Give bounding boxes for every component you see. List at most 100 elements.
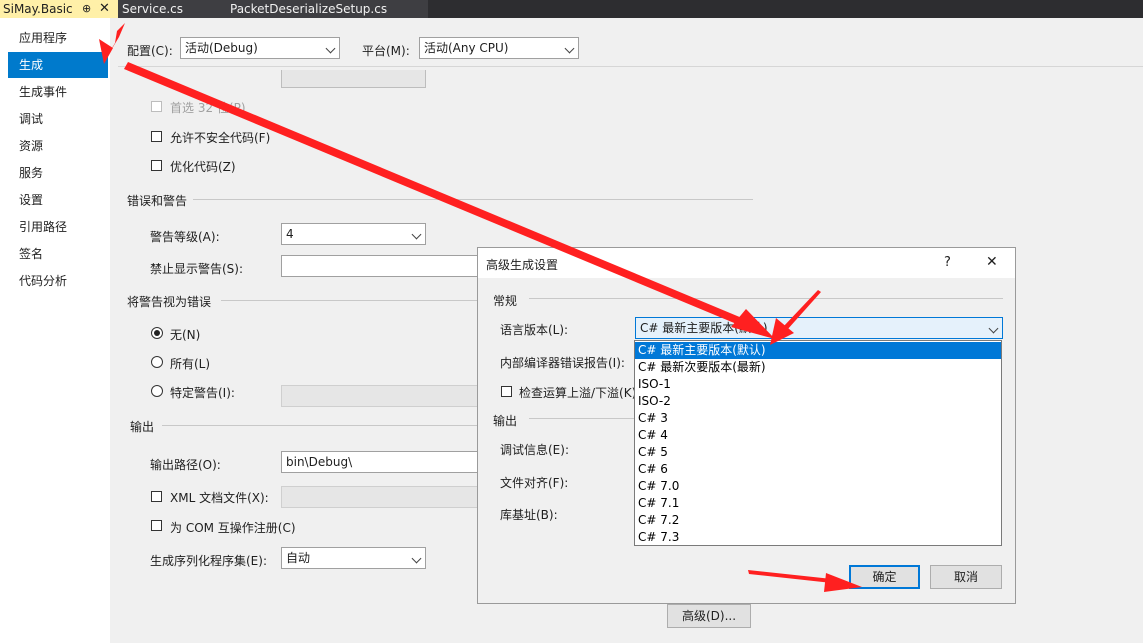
sidebar-item-code-analysis[interactable]: 代码分析: [8, 268, 108, 294]
project-properties-sidebar: 应用程序 生成 生成事件 调试 资源 服务 设置 引用路径 签名 代码分析: [0, 18, 110, 643]
prefer32-checkbox: [151, 101, 162, 112]
section-divider: [193, 199, 753, 200]
sidebar-item-resources[interactable]: 资源: [8, 133, 108, 159]
optimize-code-checkbox[interactable]: [151, 160, 162, 171]
treat-warnings-specific-radio[interactable]: [151, 385, 163, 397]
warning-level-label: 警告等级(A):: [150, 230, 220, 244]
lang-option[interactable]: ISO-1: [635, 376, 1001, 393]
lang-option[interactable]: ISO-2: [635, 393, 1001, 410]
xml-doc-label: XML 文档文件(X):: [170, 491, 269, 505]
tab-simay-basic[interactable]: SiMay.Basic ⊕ ✕: [0, 0, 118, 18]
platform-label: 平台(M):: [362, 44, 410, 58]
xml-doc-checkbox[interactable]: [151, 491, 162, 502]
chevron-down-icon: [411, 553, 422, 564]
treat-warnings-all-label: 所有(L): [170, 357, 211, 371]
section-divider: [221, 300, 477, 301]
tab-label: PacketDeserializeSetup.cs: [230, 2, 388, 16]
lang-option[interactable]: C# 5: [635, 444, 1001, 461]
lang-version-combo[interactable]: C# 最新主要版本(默认): [635, 317, 1003, 339]
tab-label: Service.cs: [122, 2, 184, 16]
lang-version-value: C# 最新主要版本(默认): [640, 321, 768, 335]
tab-service-cs[interactable]: Service.cs: [118, 0, 216, 18]
com-interop-label: 为 COM 互操作注册(C): [170, 521, 296, 535]
overflow-check-checkbox[interactable]: [501, 386, 512, 397]
dialog-titlebar: 高级生成设置 ? ✕: [478, 248, 1015, 278]
target-combo-partial[interactable]: [281, 70, 426, 88]
debug-info-label: 调试信息(E):: [500, 443, 569, 457]
tab-packet-deserialize-setup[interactable]: PacketDeserializeSetup.cs: [216, 0, 428, 18]
lang-option[interactable]: C# 6: [635, 461, 1001, 478]
optimize-code-label: 优化代码(Z): [170, 160, 236, 174]
overflow-check-label: 检查运算上溢/下溢(K): [519, 386, 637, 400]
platform-combo[interactable]: 活动(Any CPU): [419, 37, 579, 59]
help-icon[interactable]: ?: [944, 255, 951, 270]
section-divider: [162, 425, 477, 426]
serialize-assembly-label: 生成序列化程序集(E):: [150, 554, 267, 568]
sidebar-item-application[interactable]: 应用程序: [8, 25, 108, 51]
base-address-label: 库基址(B):: [500, 508, 558, 522]
close-icon[interactable]: ✕: [99, 0, 110, 18]
suppress-warnings-input[interactable]: [281, 255, 481, 277]
sidebar-item-debug[interactable]: 调试: [8, 106, 108, 132]
config-combo[interactable]: 活动(Debug): [180, 37, 340, 59]
serialize-assembly-value: 自动: [286, 551, 311, 565]
config-value: 活动(Debug): [185, 41, 258, 55]
cancel-button[interactable]: 取消: [930, 565, 1002, 589]
com-interop-checkbox[interactable]: [151, 520, 162, 531]
file-alignment-label: 文件对齐(F):: [500, 476, 569, 490]
section-divider: [529, 418, 635, 419]
lang-option[interactable]: C# 7.0: [635, 478, 1001, 495]
dialog-general-section: 常规: [493, 294, 518, 308]
dialog-output-section: 输出: [493, 414, 518, 428]
treat-warnings-specific-label: 特定警告(I):: [170, 386, 235, 400]
internal-error-label: 内部编译器错误报告(I):: [500, 356, 625, 370]
section-divider: [529, 298, 1003, 299]
serialize-assembly-combo[interactable]: 自动: [281, 547, 426, 569]
lang-option[interactable]: C# 最新次要版本(最新): [635, 359, 1001, 376]
pin-icon[interactable]: ⊕: [82, 0, 91, 18]
sidebar-item-build-events[interactable]: 生成事件: [8, 79, 108, 105]
close-icon[interactable]: ✕: [986, 254, 998, 270]
tab-label: SiMay.Basic: [3, 2, 73, 16]
sidebar-item-signing[interactable]: 签名: [8, 241, 108, 267]
header-divider: [118, 66, 1143, 67]
sidebar-item-settings[interactable]: 设置: [8, 187, 108, 213]
suppress-warnings-label: 禁止显示警告(S):: [150, 262, 244, 276]
sidebar-item-reference-paths[interactable]: 引用路径: [8, 214, 108, 240]
treat-warnings-all-radio[interactable]: [151, 356, 163, 368]
unsafe-code-label: 允许不安全代码(F): [170, 131, 271, 145]
errors-section-label: 错误和警告: [127, 194, 188, 208]
output-section-label: 输出: [130, 420, 155, 434]
config-label: 配置(C):: [127, 44, 173, 58]
lang-option[interactable]: C# 7.1: [635, 495, 1001, 512]
treat-warnings-none-label: 无(N): [170, 328, 201, 342]
chevron-down-icon: [325, 43, 336, 54]
lang-option[interactable]: C# 最新主要版本(默认): [635, 342, 1001, 359]
dialog-title: 高级生成设置: [486, 258, 559, 272]
output-path-label: 输出路径(O):: [150, 458, 221, 472]
sidebar-item-services[interactable]: 服务: [8, 160, 108, 186]
lang-version-dropdown-list: C# 最新主要版本(默认) C# 最新次要版本(最新) ISO-1 ISO-2 …: [634, 340, 1002, 546]
warning-level-combo[interactable]: 4: [281, 223, 426, 245]
chevron-down-icon: [564, 43, 575, 54]
output-path-input[interactable]: bin\Debug\: [281, 451, 481, 473]
sidebar-item-build[interactable]: 生成: [8, 52, 108, 78]
xml-doc-path-input: [281, 486, 481, 508]
advanced-button[interactable]: 高级(D)...: [667, 604, 751, 628]
lang-option[interactable]: C# 3: [635, 410, 1001, 427]
prefer32-label: 首选 32 位(P): [170, 101, 246, 115]
warning-level-value: 4: [286, 227, 294, 241]
treat-warnings-none-radio[interactable]: [151, 327, 163, 339]
lang-option[interactable]: C# 7.3: [635, 529, 1001, 546]
lang-version-label: 语言版本(L):: [500, 323, 569, 337]
lang-option[interactable]: C# 4: [635, 427, 1001, 444]
unsafe-code-checkbox[interactable]: [151, 131, 162, 142]
platform-value: 活动(Any CPU): [424, 41, 509, 55]
ok-button[interactable]: 确定: [849, 565, 920, 589]
lang-option[interactable]: C# 7.2: [635, 512, 1001, 529]
chevron-down-icon: [988, 323, 999, 334]
chevron-down-icon: [411, 229, 422, 240]
treat-warnings-section-label: 将警告视为错误: [127, 295, 212, 309]
document-tab-strip: SiMay.Basic ⊕ ✕ Service.cs PacketDeseria…: [0, 0, 1143, 18]
specific-warnings-input: [281, 385, 481, 407]
